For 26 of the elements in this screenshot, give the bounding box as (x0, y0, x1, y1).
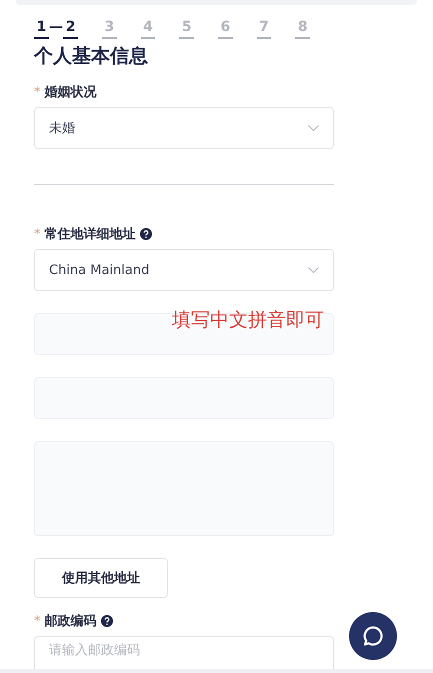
step-tab[interactable]: 4 (140, 19, 156, 39)
field-label: 婚姻状况 (44, 84, 96, 101)
required-mark: * (34, 226, 40, 242)
step-tab[interactable]: 6 (218, 19, 233, 39)
required-mark: * (34, 614, 40, 628)
other-address-button[interactable]: 使用其他地址 (34, 558, 168, 598)
select-field[interactable]: China Mainland (34, 249, 334, 291)
step-tab[interactable]: 2 (63, 19, 78, 39)
help-icon[interactable] (100, 615, 112, 627)
step-connector: — (48, 19, 64, 35)
chevron-down-icon (308, 266, 319, 274)
step-tab[interactable]: 5 (179, 19, 194, 39)
chevron-down-icon (308, 124, 319, 132)
chat-button[interactable] (349, 612, 397, 660)
select-field[interactable]: 未婚 (34, 107, 334, 149)
help-icon[interactable] (140, 228, 152, 240)
section-title: 个人基本信息 (34, 44, 149, 69)
field-label: 邮政编码 (44, 612, 96, 630)
required-mark: * (34, 84, 40, 100)
field-label: 常住地详细地址 (44, 226, 136, 243)
step-tab[interactable]: 8 (295, 19, 310, 39)
chat-bubble-icon (362, 625, 384, 647)
step-tab[interactable]: 1 (34, 19, 49, 39)
step-tab[interactable]: 7 (256, 19, 272, 39)
annotation-text: 填写中文拼音即可 (172, 308, 324, 333)
step-tab[interactable]: 3 (102, 19, 117, 39)
